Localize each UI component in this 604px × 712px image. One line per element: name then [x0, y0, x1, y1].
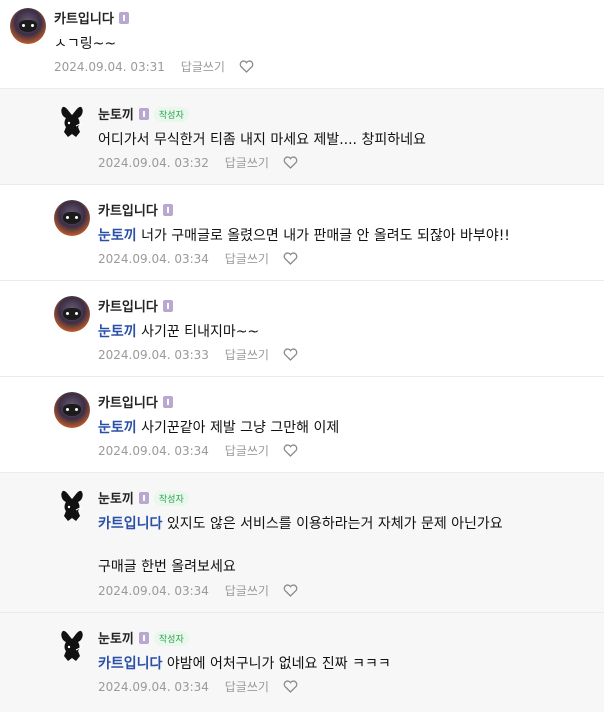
- reply-button[interactable]: 답글쓰기: [225, 584, 269, 598]
- comment-author-nick[interactable]: 눈토끼: [98, 632, 134, 647]
- reply-button[interactable]: 답글쓰기: [225, 680, 269, 694]
- comment-date: 2024.09.04. 03:34: [98, 680, 209, 694]
- avatar[interactable]: [54, 104, 90, 140]
- comment-text: 눈토끼 사기꾼 티내지마~~: [98, 324, 260, 340]
- reply-button[interactable]: 답글쓰기: [225, 348, 269, 362]
- avatar[interactable]: [54, 392, 90, 428]
- member-level-icon: [162, 204, 173, 216]
- comment-text: ㅅㄱ링~~: [54, 36, 117, 52]
- mention-link[interactable]: 눈토끼: [98, 324, 137, 340]
- reply-button[interactable]: 답글쓰기: [225, 252, 269, 266]
- heart-icon[interactable]: [283, 444, 298, 460]
- mention-link[interactable]: 눈토끼: [98, 420, 137, 436]
- comment-date: 2024.09.04. 03:31: [54, 60, 165, 74]
- comment-text: 카트입니다 있지도 않은 서비스를 이용하라는거 자체가 문제 아닌가요: [98, 516, 503, 532]
- reply-button[interactable]: 답글쓰기: [225, 444, 269, 458]
- comment-date: 2024.09.04. 03:34: [98, 584, 209, 598]
- comment-author-nick[interactable]: 눈토끼: [98, 108, 134, 123]
- comment-item: 카트입니다 눈토끼 사기꾼같아 제발 그냥 그만해 이제 2024.09.04.…: [0, 376, 604, 472]
- heart-icon[interactable]: [239, 60, 254, 76]
- avatar[interactable]: [10, 8, 46, 44]
- comment-text: 눈토끼 사기꾼같아 제발 그냥 그만해 이제: [98, 420, 340, 436]
- mention-link[interactable]: 카트입니다: [98, 656, 162, 672]
- comment-item: 눈토끼 작성자 카트입니다 있지도 않은 서비스를 이용하라는거 자체가 문제 아…: [0, 472, 604, 612]
- comment-text: 카트입니다 야밤에 어처구니가 없네요 진짜 ㅋㅋㅋ: [98, 656, 391, 672]
- comment-date: 2024.09.04. 03:32: [98, 156, 209, 170]
- member-level-icon: [162, 396, 173, 408]
- comment-author-nick[interactable]: 카트입니다: [54, 12, 114, 27]
- member-level-icon: [118, 12, 129, 24]
- comment-author-nick[interactable]: 눈토끼: [98, 492, 134, 507]
- avatar[interactable]: [54, 488, 90, 524]
- comment-item: 카트입니다 ㅅㄱ링~~ 2024.09.04. 03:31 답글쓰기: [0, 0, 604, 88]
- author-badge: 작성자: [153, 631, 189, 646]
- comment-author-nick[interactable]: 카트입니다: [98, 204, 158, 219]
- member-level-icon: [138, 632, 149, 644]
- reply-button[interactable]: 답글쓰기: [181, 60, 225, 74]
- comment-item: 카트입니다 눈토끼 사기꾼 티내지마~~ 2024.09.04. 03:33 답…: [0, 280, 604, 376]
- comment-item: 눈토끼 작성자 카트입니다 야밤에 어처구니가 없네요 진짜 ㅋㅋㅋ 2024.0…: [0, 612, 604, 712]
- heart-icon[interactable]: [283, 584, 298, 600]
- comment-item: 카트입니다 눈토끼 너가 구매글로 올렸으면 내가 판매글 안 올려도 되잖아 …: [0, 184, 604, 280]
- bunny-icon: [61, 490, 83, 521]
- comment-date: 2024.09.04. 03:34: [98, 444, 209, 458]
- member-level-icon: [138, 492, 149, 504]
- heart-icon[interactable]: [283, 680, 298, 696]
- member-level-icon: [138, 108, 149, 120]
- member-level-icon: [162, 300, 173, 312]
- mention-link[interactable]: 카트입니다: [98, 516, 162, 532]
- heart-icon[interactable]: [283, 156, 298, 172]
- comment-author-nick[interactable]: 카트입니다: [98, 300, 158, 315]
- comment-text-line2: 구매글 한번 올려보세요: [98, 559, 236, 575]
- avatar[interactable]: [54, 200, 90, 236]
- author-badge: 작성자: [153, 491, 189, 506]
- comment-thread: 카트입니다 ㅅㄱ링~~ 2024.09.04. 03:31 답글쓰기 눈토끼작성…: [0, 0, 604, 712]
- mention-link[interactable]: 눈토끼: [98, 228, 137, 244]
- bunny-icon: [61, 106, 83, 137]
- author-badge: 작성자: [153, 107, 189, 122]
- avatar[interactable]: [54, 296, 90, 332]
- heart-icon[interactable]: [283, 348, 298, 364]
- comment-author-nick[interactable]: 카트입니다: [98, 396, 158, 411]
- comment-date: 2024.09.04. 03:34: [98, 252, 209, 266]
- comment-date: 2024.09.04. 03:33: [98, 348, 209, 362]
- comment-text: 어디가서 무식한거 티좀 내지 마세요 제발.... 창피하네요: [98, 132, 426, 148]
- reply-button[interactable]: 답글쓰기: [225, 156, 269, 170]
- avatar[interactable]: [54, 628, 90, 664]
- comment-text: 눈토끼 너가 구매글로 올렸으면 내가 판매글 안 올려도 되잖아 바부야!!: [98, 228, 510, 244]
- heart-icon[interactable]: [283, 252, 298, 268]
- comment-item: 눈토끼 작성자 어디가서 무식한거 티좀 내지 마세요 제발.... 창피하네요 …: [0, 88, 604, 184]
- bunny-icon: [61, 630, 83, 661]
